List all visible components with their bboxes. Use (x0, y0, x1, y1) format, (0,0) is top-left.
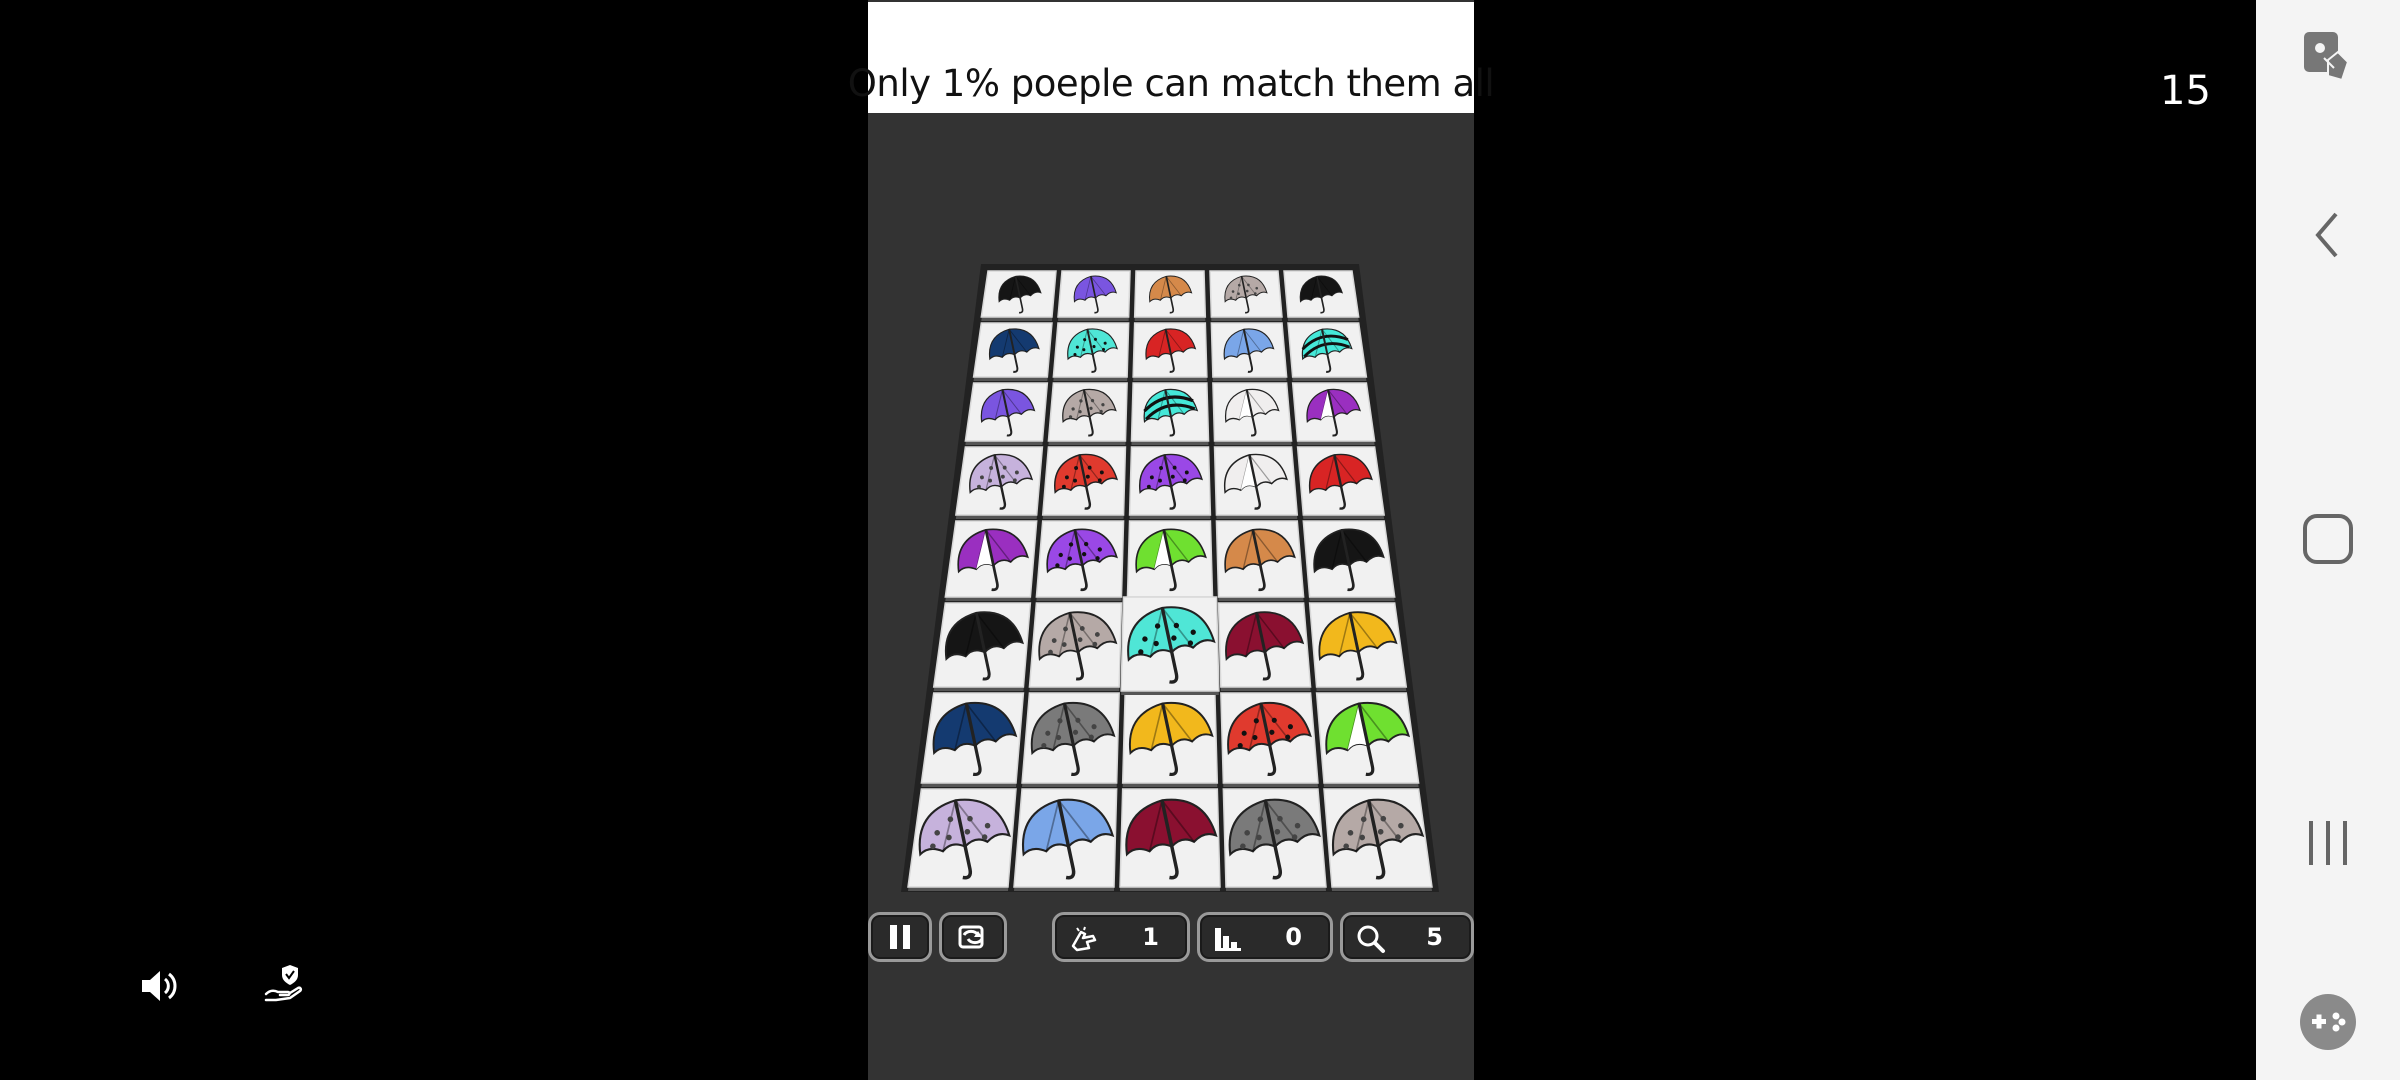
tile[interactable] (1057, 270, 1131, 321)
tile[interactable] (944, 520, 1038, 601)
hand-shield-icon (264, 965, 303, 1002)
tile[interactable] (1215, 520, 1305, 601)
tile[interactable] (932, 602, 1032, 691)
tile[interactable] (1296, 446, 1386, 519)
tile[interactable] (1221, 788, 1327, 891)
tile[interactable] (1120, 596, 1221, 695)
tile[interactable] (1213, 446, 1299, 519)
back-icon (2315, 212, 2338, 258)
search-button[interactable]: 5 (1340, 912, 1474, 962)
tile[interactable] (1209, 270, 1283, 321)
tile[interactable] (1041, 446, 1127, 519)
screenshot-touch-button[interactable] (2256, 28, 2400, 88)
tile[interactable] (954, 446, 1044, 519)
magnifier-icon (1357, 925, 1385, 953)
system-navbar (2256, 0, 2400, 1080)
hint-count: 1 (1142, 923, 1159, 951)
back-button[interactable] (2256, 210, 2400, 260)
tile[interactable] (1028, 602, 1123, 691)
tile[interactable] (1035, 520, 1125, 601)
tile[interactable] (1013, 788, 1119, 891)
hint-hand-icon (1071, 926, 1097, 952)
tile[interactable] (972, 322, 1053, 381)
tile[interactable] (1130, 382, 1210, 445)
tile[interactable] (1302, 520, 1396, 601)
shuffle-icon (958, 925, 984, 949)
tile[interactable] (1220, 692, 1319, 787)
tile[interactable] (1052, 322, 1130, 381)
tile[interactable] (1308, 602, 1408, 691)
speaker-icon (142, 971, 177, 1001)
tile[interactable] (1283, 270, 1360, 321)
tile[interactable] (1133, 270, 1207, 321)
tile[interactable] (1217, 602, 1312, 691)
hint-button[interactable]: 1 (1052, 912, 1190, 962)
game-tools-icon (2300, 994, 2356, 1050)
home-button[interactable] (2256, 512, 2400, 566)
undo-count: 0 (1285, 923, 1302, 951)
privacy-button[interactable] (262, 962, 306, 1010)
tile[interactable] (1212, 382, 1293, 445)
tile[interactable] (1021, 692, 1120, 787)
tile[interactable] (1210, 322, 1288, 381)
pause-button[interactable] (868, 912, 932, 962)
tile[interactable] (964, 382, 1049, 445)
tile[interactable] (980, 270, 1057, 321)
game-tools-button[interactable] (2256, 992, 2400, 1052)
pause-icon (890, 925, 910, 949)
stairs-icon (1215, 928, 1241, 951)
tile[interactable] (1047, 382, 1128, 445)
tile[interactable] (1323, 788, 1433, 891)
screenshot-touch-icon (2304, 32, 2350, 82)
screen: Only 1% poeple can match them all 1 0 5 … (0, 0, 2400, 1080)
sound-button[interactable] (138, 966, 182, 1010)
tile[interactable] (1128, 446, 1212, 519)
tile[interactable] (1132, 322, 1208, 381)
recents-button[interactable] (2256, 818, 2400, 868)
undo-button[interactable]: 0 (1197, 912, 1333, 962)
search-count: 5 (1426, 923, 1443, 951)
tile[interactable] (1315, 692, 1420, 787)
tile[interactable] (1287, 322, 1368, 381)
tile[interactable] (1117, 788, 1222, 891)
tile[interactable] (920, 692, 1025, 787)
recents-icon (2309, 821, 2347, 865)
shuffle-button[interactable] (939, 912, 1007, 962)
tile[interactable] (1121, 692, 1219, 787)
tile[interactable] (1126, 520, 1214, 601)
tile[interactable] (1291, 382, 1376, 445)
tile[interactable] (907, 788, 1017, 891)
frame-counter: 15 (2160, 68, 2211, 114)
home-icon (2303, 514, 2353, 564)
